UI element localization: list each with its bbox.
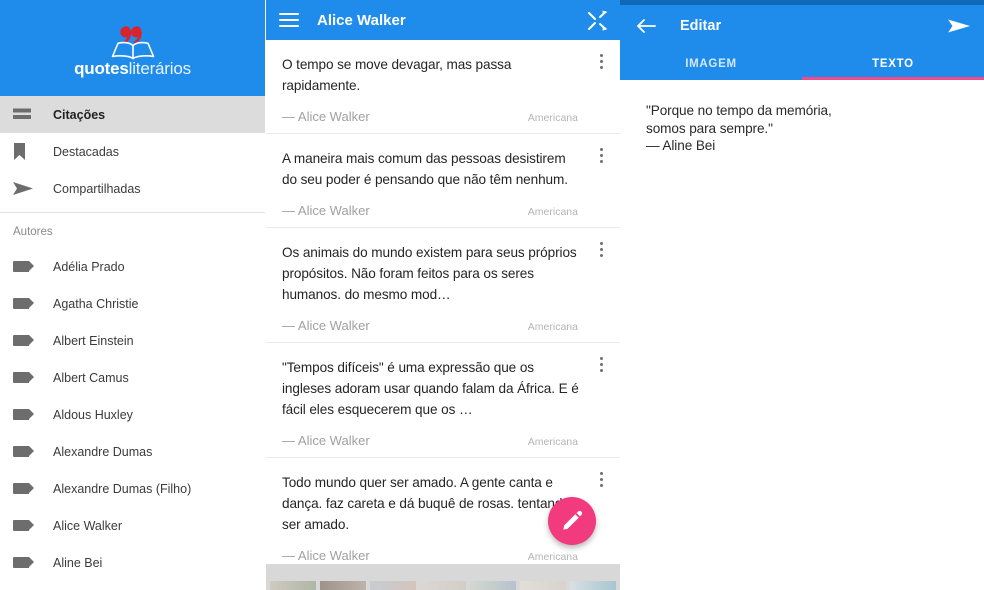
tag-icon — [13, 409, 39, 420]
sidebar-author-item[interactable]: Albert Camus — [0, 359, 265, 396]
sidebar-author-label: Agatha Christie — [53, 296, 139, 311]
tag-icon — [13, 446, 39, 457]
thumbnail[interactable] — [420, 581, 466, 590]
quote-card[interactable]: A maneira mais comum das pessoas desisti… — [266, 134, 620, 228]
sidebar-item-citacoes[interactable]: Citações — [0, 96, 265, 133]
thumbnail[interactable] — [520, 581, 566, 590]
sidebar-author-label: Albert Camus — [53, 370, 129, 385]
sidebar-author-label: Alexandre Dumas (Filho) — [53, 481, 192, 496]
tag-icon — [13, 261, 39, 272]
sidebar-author-label: Aldous Huxley — [53, 407, 133, 422]
sidebar-author-label: Adélia Prado — [53, 259, 125, 274]
tag-icon — [13, 483, 39, 494]
send-icon — [13, 181, 39, 196]
list-icon — [13, 108, 39, 121]
tab-imagem[interactable]: IMAGEM — [620, 47, 802, 80]
tag-icon — [13, 335, 39, 346]
sidebar-author-item[interactable]: Agatha Christie — [0, 285, 265, 322]
more-vertical-icon[interactable] — [600, 54, 603, 69]
quote-author: — Alice Walker — [282, 433, 370, 448]
sidebar-item-destacadas[interactable]: Destacadas — [0, 133, 265, 170]
editor-panel: Editar IMAGEM TEXTO "Porque no tempo da … — [620, 0, 984, 590]
quote-list-panel: Alice Walker O tempo se move devagar, ma… — [265, 0, 620, 590]
quote-nationality: Americana — [527, 321, 578, 333]
open-book-with-quotation-marks-icon — [102, 23, 164, 63]
quote-author: — Alice Walker — [282, 548, 370, 563]
quote-nationality: Americana — [527, 112, 578, 124]
more-vertical-icon[interactable] — [600, 148, 603, 163]
editor-appbar: Editar — [620, 5, 984, 47]
sidebar-author-item[interactable]: Albert Einstein — [0, 322, 265, 359]
send-icon[interactable] — [948, 18, 970, 34]
navigation-drawer: quotesliterários Citações Destacadas Com… — [0, 0, 265, 590]
sidebar-author-label: Alexandre Dumas — [53, 444, 153, 459]
sidebar-author-label: Aline Bei — [53, 555, 103, 570]
editor-tabs: IMAGEM TEXTO — [620, 47, 984, 80]
bookmark-icon — [13, 143, 39, 160]
sidebar-author-item[interactable]: Alice Walker — [0, 507, 265, 544]
page-title: Alice Walker — [317, 11, 406, 29]
tag-icon — [13, 298, 39, 309]
sidebar-item-label: Compartilhadas — [53, 181, 141, 196]
app-root: quotesliterários Citações Destacadas Com… — [0, 0, 984, 590]
tag-icon — [13, 372, 39, 383]
tab-texto[interactable]: TEXTO — [802, 47, 984, 80]
arrow-left-icon[interactable] — [636, 18, 656, 34]
quote-text: Todo mundo quer ser amado. A gente canta… — [282, 475, 570, 532]
editor-body: "Porque no tempo da memória, somos para … — [620, 80, 984, 155]
shuffle-icon[interactable] — [587, 10, 608, 31]
quote-nationality: Americana — [527, 551, 578, 563]
quote-text: O tempo se move devagar, mas passa rapid… — [282, 57, 512, 93]
quote-meta: — Alice Walker Americana — [282, 190, 580, 227]
editor-title: Editar — [680, 18, 722, 34]
drawer-header: quotesliterários — [0, 0, 265, 96]
quote-card[interactable]: O tempo se move devagar, mas passa rapid… — [266, 40, 620, 134]
drawer-nav-list: Citações Destacadas Compartilhadas Autor… — [0, 96, 265, 581]
quote-meta: — Alice Walker Americana — [282, 420, 580, 457]
app-logo: quotesliterários — [74, 23, 191, 77]
quote-list-appbar: Alice Walker — [266, 0, 620, 40]
more-vertical-icon[interactable] — [600, 242, 603, 257]
quote-text: "Tempos difíceis" é uma expressão que os… — [282, 360, 579, 417]
add-quote-fab[interactable] — [548, 497, 596, 545]
sidebar-item-compartilhadas[interactable]: Compartilhadas — [0, 170, 265, 207]
thumbnail[interactable] — [370, 581, 416, 590]
quote-card[interactable]: "Tempos difíceis" é uma expressão que os… — [266, 343, 620, 458]
thumbnail[interactable] — [270, 581, 316, 590]
thumbnail[interactable] — [470, 581, 516, 590]
drawer-section-title: Autores — [13, 226, 53, 238]
quote-author: — Alice Walker — [282, 318, 370, 333]
sidebar-author-item[interactable]: Adélia Prado — [0, 248, 265, 285]
quote-text: A maneira mais comum das pessoas desisti… — [282, 151, 568, 187]
editor-text-content[interactable]: "Porque no tempo da memória, somos para … — [646, 102, 964, 155]
quote-meta: — Alice Walker Americana — [282, 96, 580, 133]
sidebar-author-item[interactable]: Aldous Huxley — [0, 396, 265, 433]
quote-nationality: Americana — [527, 206, 578, 218]
sidebar-author-item[interactable]: Alexandre Dumas (Filho) — [0, 470, 265, 507]
sidebar-item-label: Citações — [53, 107, 106, 122]
sidebar-author-item[interactable]: Aline Bei — [0, 544, 265, 581]
sidebar-item-label: Destacadas — [53, 144, 120, 159]
sidebar-author-item[interactable]: Alexandre Dumas — [0, 433, 265, 470]
tag-icon — [13, 557, 39, 568]
quote-text: Os animais do mundo existem para seus pr… — [282, 245, 577, 302]
thumbnail[interactable] — [320, 581, 366, 590]
pencil-edit-icon — [561, 510, 583, 532]
thumbnail-filmstrip[interactable] — [266, 581, 620, 590]
quote-nationality: Americana — [527, 436, 578, 448]
more-vertical-icon[interactable] — [600, 472, 603, 487]
quote-author: — Alice Walker — [282, 109, 370, 124]
sidebar-author-label: Albert Einstein — [53, 333, 134, 348]
sidebar-author-label: Alice Walker — [53, 518, 122, 533]
thumbnail[interactable] — [570, 581, 616, 590]
more-vertical-icon[interactable] — [600, 357, 603, 372]
quote-author: — Alice Walker — [282, 203, 370, 218]
quote-card[interactable]: Os animais do mundo existem para seus pr… — [266, 228, 620, 343]
tag-icon — [13, 520, 39, 531]
hamburger-menu-icon[interactable] — [279, 13, 299, 27]
quote-meta: — Alice Walker Americana — [282, 305, 580, 342]
